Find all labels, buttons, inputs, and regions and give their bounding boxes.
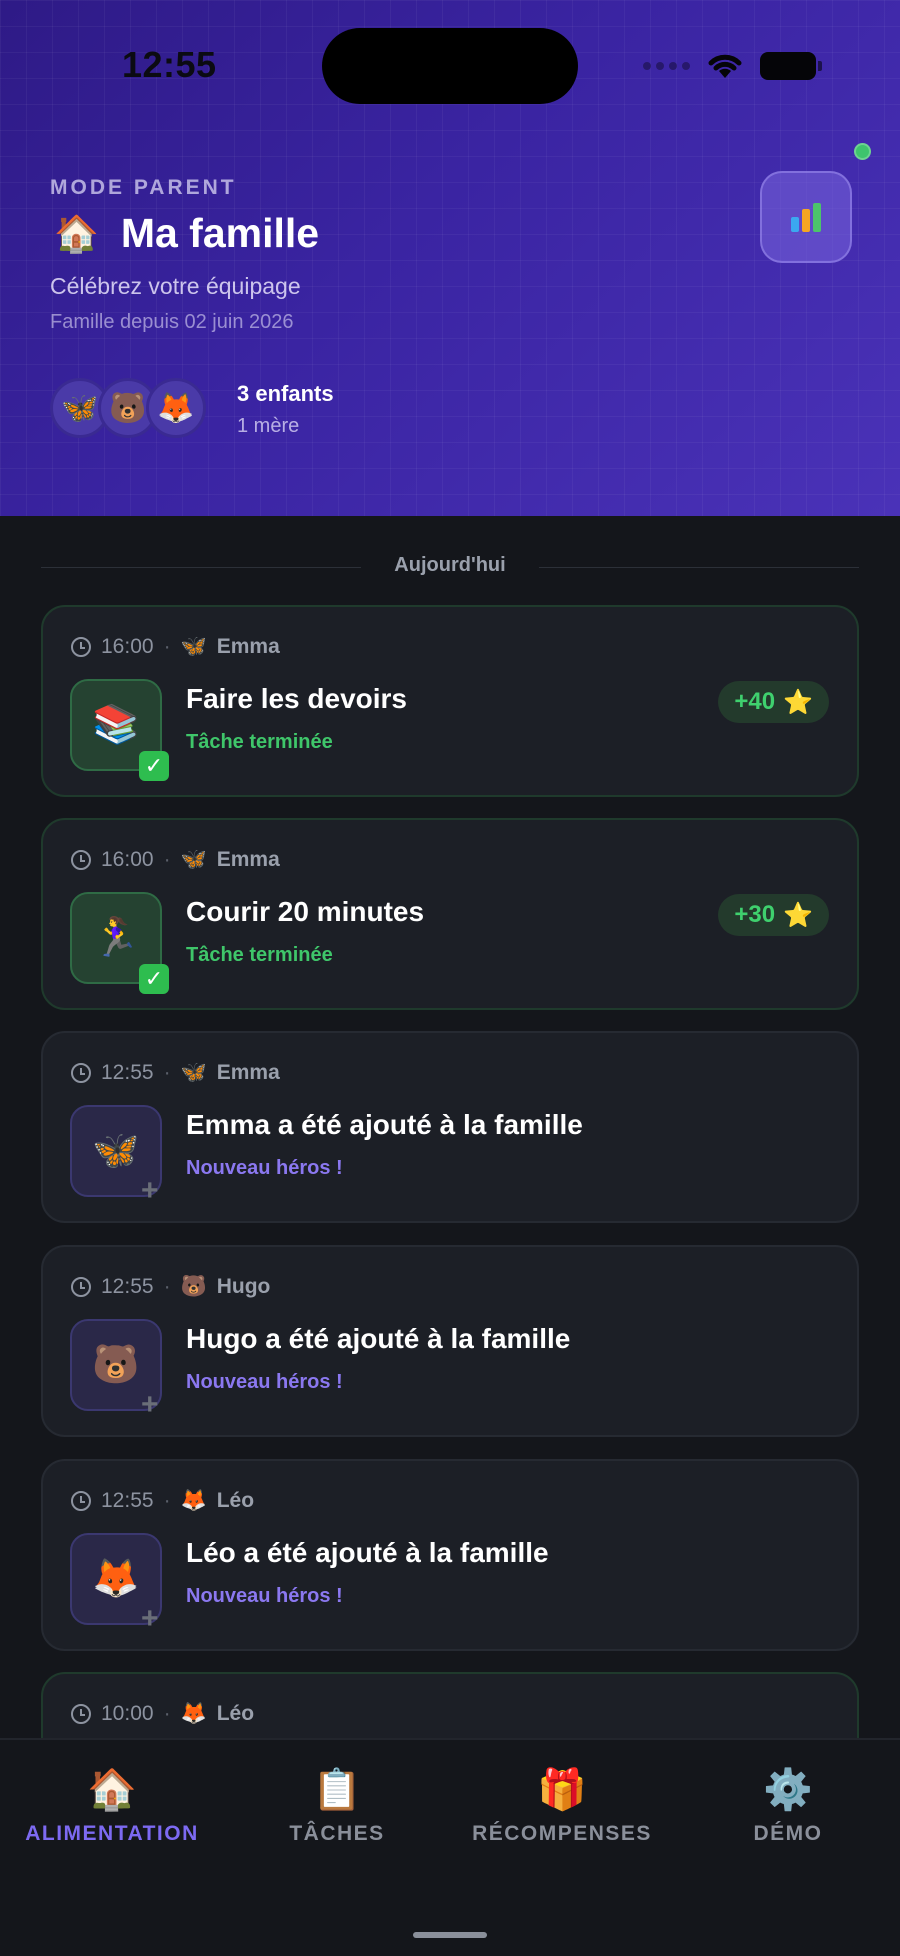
home-icon: 🏠 bbox=[87, 1768, 137, 1812]
tab-label: RÉCOMPENSES bbox=[472, 1822, 652, 1845]
activity-status: Nouveau héros ! bbox=[186, 1371, 343, 1393]
online-indicator bbox=[854, 143, 871, 160]
activity-meta: 12:55 · 🐻 Hugo bbox=[71, 1275, 270, 1299]
activity-meta: 12:55 · 🦋 Emma bbox=[71, 1061, 280, 1085]
house-icon: 🏠 bbox=[54, 212, 99, 254]
activity-title: Faire les devoirs bbox=[186, 683, 408, 714]
activity-card[interactable]: 12:55 · 🐻 Hugo 🐻 + Hugo a été ajouté à l… bbox=[41, 1245, 859, 1437]
mode-label: MODE PARENT bbox=[50, 176, 237, 199]
clock-icon bbox=[71, 637, 91, 657]
activity-meta: 16:00 · 🦋 Emma bbox=[71, 848, 280, 872]
kids-avatars[interactable]: 🦋 🐻 🦊 bbox=[50, 378, 206, 438]
wifi-icon bbox=[708, 54, 742, 78]
check-icon: ✓ bbox=[139, 751, 169, 781]
kid-emoji: 🦋 bbox=[180, 848, 207, 871]
plus-icon: + bbox=[141, 1602, 159, 1635]
kid-emoji: 🦊 bbox=[180, 1702, 207, 1725]
tab-label: TÂCHES bbox=[289, 1822, 385, 1845]
plus-icon: + bbox=[141, 1174, 159, 1207]
home-indicator[interactable] bbox=[413, 1932, 487, 1938]
activity-meta: 16:00 · 🦋 Emma bbox=[71, 635, 280, 659]
kid-name: Emma bbox=[216, 848, 280, 871]
check-icon: ✓ bbox=[139, 964, 169, 994]
tab-tasks[interactable]: 📋 TÂCHES bbox=[237, 1764, 437, 1846]
activity-title: Hugo a été ajouté à la famille bbox=[186, 1323, 571, 1354]
kid-name: Léo bbox=[216, 1489, 255, 1512]
kid-emoji: 🦊 bbox=[180, 1489, 207, 1512]
family-header: 12:55 MODE PARENT 🏠 Ma famille Célébrez … bbox=[0, 0, 900, 516]
clipboard-icon: 📋 bbox=[312, 1768, 362, 1812]
points-value: +40 bbox=[734, 688, 776, 715]
parents-count: 1 mère bbox=[237, 415, 300, 437]
activity-title: Courir 20 minutes bbox=[186, 896, 425, 927]
points-badge: +40 ⭐ bbox=[718, 681, 829, 723]
kid-name: Hugo bbox=[216, 1275, 271, 1298]
page-title-text: Ma famille bbox=[120, 210, 320, 256]
activity-title: Léo a été ajouté à la famille bbox=[186, 1537, 549, 1568]
kid-name: Emma bbox=[216, 1061, 280, 1084]
activity-time: 12:55 bbox=[101, 1275, 154, 1298]
bar-chart-icon bbox=[791, 203, 821, 232]
clock-icon bbox=[71, 1063, 91, 1083]
family-since: Famille depuis 02 juin 2026 bbox=[50, 311, 294, 333]
gift-icon: 🎁 bbox=[537, 1768, 587, 1812]
battery-icon bbox=[760, 52, 822, 80]
activity-time: 12:55 bbox=[101, 1061, 154, 1084]
activity-status: Nouveau héros ! bbox=[186, 1157, 343, 1179]
tab-bar: 🏠 ALIMENTATION 📋 TÂCHES 🎁 RÉCOMPENSES ⚙️… bbox=[0, 1738, 900, 1956]
activity-title: Emma a été ajouté à la famille bbox=[186, 1109, 583, 1140]
stats-button[interactable] bbox=[760, 171, 852, 263]
activity-time: 16:00 bbox=[101, 635, 154, 658]
activity-card[interactable]: 16:00 · 🦋 Emma 🏃‍♀️ ✓ Courir 20 minutes … bbox=[41, 818, 859, 1010]
divider bbox=[539, 567, 859, 568]
activity-status: Tâche terminée bbox=[186, 944, 333, 966]
clock-icon bbox=[71, 850, 91, 870]
kid-name: Emma bbox=[216, 635, 280, 658]
tab-feed[interactable]: 🏠 ALIMENTATION bbox=[12, 1764, 212, 1846]
activity-time: 10:00 bbox=[101, 1702, 154, 1725]
tab-rewards[interactable]: 🎁 RÉCOMPENSES bbox=[452, 1764, 672, 1846]
kid-name: Léo bbox=[216, 1702, 255, 1725]
status-time: 12:55 bbox=[122, 44, 217, 85]
kid-emoji: 🐻 bbox=[180, 1275, 207, 1298]
tab-label: ALIMENTATION bbox=[25, 1822, 199, 1845]
activity-card[interactable]: 16:00 · 🦋 Emma 📚 ✓ Faire les devoirs Tâc… bbox=[41, 605, 859, 797]
clock-icon bbox=[71, 1704, 91, 1724]
points-badge: +30 ⭐ bbox=[718, 894, 829, 936]
clock-icon bbox=[71, 1491, 91, 1511]
activity-meta: 10:00 · 🦊 Léo bbox=[71, 1702, 254, 1726]
star-icon: ⭐ bbox=[783, 901, 813, 929]
activity-card[interactable]: 12:55 · 🦊 Léo 🦊 + Léo a été ajouté à la … bbox=[41, 1459, 859, 1651]
clock-icon bbox=[71, 1277, 91, 1297]
activity-status: Nouveau héros ! bbox=[186, 1585, 343, 1607]
tagline: Célébrez votre équipage bbox=[50, 273, 301, 299]
dynamic-island bbox=[322, 28, 578, 104]
gear-icon: ⚙️ bbox=[763, 1768, 813, 1812]
activity-meta: 12:55 · 🦊 Léo bbox=[71, 1489, 254, 1513]
activity-time: 12:55 bbox=[101, 1489, 154, 1512]
tab-demo[interactable]: ⚙️ DÉMO bbox=[688, 1764, 888, 1846]
star-icon: ⭐ bbox=[783, 688, 813, 716]
kid-emoji: 🦋 bbox=[180, 1061, 207, 1084]
kids-count: 3 enfants bbox=[237, 381, 334, 406]
activity-card[interactable]: 12:55 · 🦋 Emma 🦋 + Emma a été ajouté à l… bbox=[41, 1031, 859, 1223]
activity-time: 16:00 bbox=[101, 848, 154, 871]
avatar: 🦊 bbox=[146, 378, 206, 438]
kid-emoji: 🦋 bbox=[180, 635, 207, 658]
points-value: +30 bbox=[734, 901, 776, 928]
page-title: 🏠 Ma famille bbox=[54, 210, 319, 257]
activity-status: Tâche terminée bbox=[186, 731, 333, 753]
cellular-signal-icon bbox=[643, 62, 690, 70]
status-icons bbox=[643, 52, 822, 80]
tab-label: DÉMO bbox=[753, 1822, 823, 1845]
plus-icon: + bbox=[141, 1388, 159, 1421]
day-label: Aujourd'hui bbox=[394, 554, 506, 576]
